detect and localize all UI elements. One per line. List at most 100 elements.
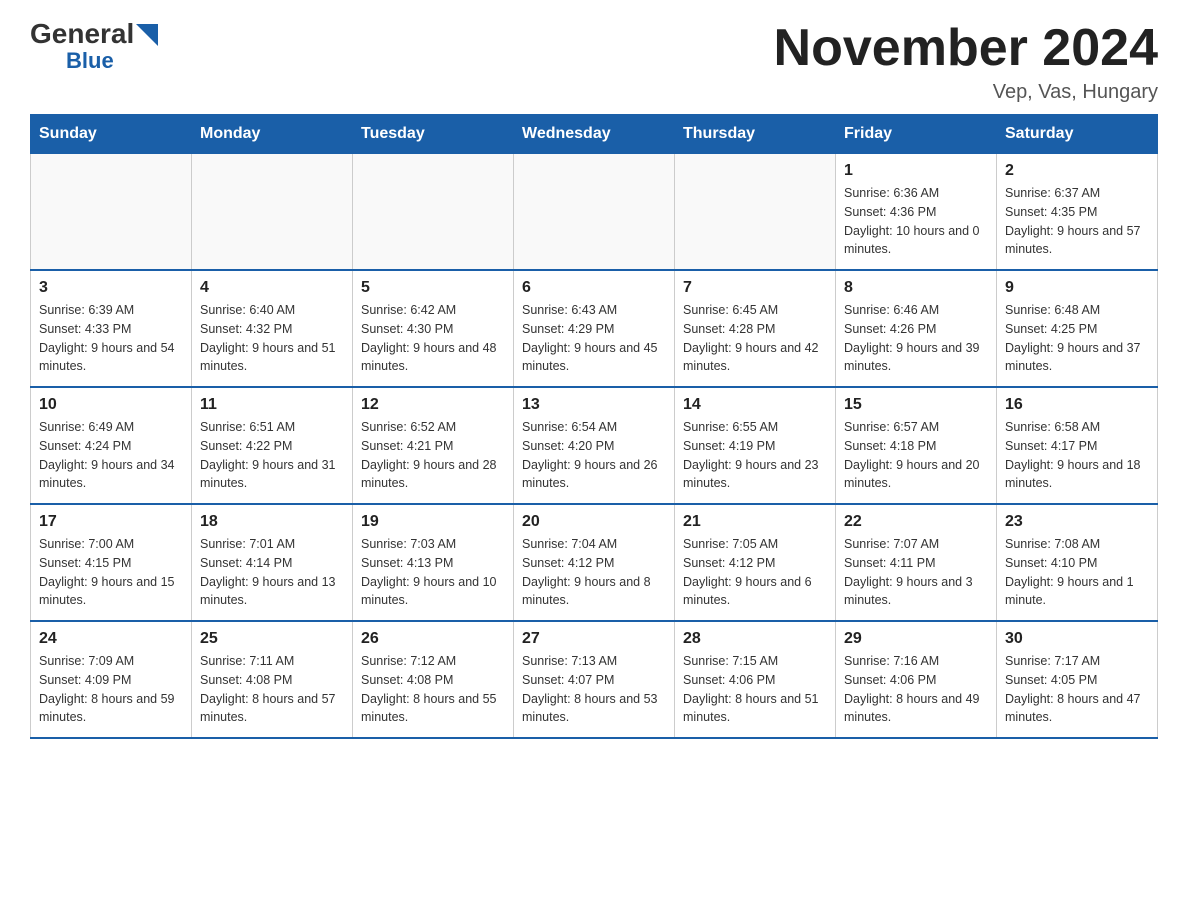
day-info: Sunrise: 6:43 AMSunset: 4:29 PMDaylight:… [522,301,666,376]
day-info: Sunrise: 7:00 AMSunset: 4:15 PMDaylight:… [39,535,183,610]
calendar-cell: 2 Sunrise: 6:37 AMSunset: 4:35 PMDaylight… [997,154,1158,271]
day-info: Sunrise: 7:12 AMSunset: 4:08 PMDaylight:… [361,652,505,727]
day-number: 3 [39,279,183,297]
day-info: Sunrise: 7:09 AMSunset: 4:09 PMDaylight:… [39,652,183,727]
day-number: 15 [844,396,988,414]
day-number: 14 [683,396,827,414]
day-number: 10 [39,396,183,414]
day-info: Sunrise: 6:48 AMSunset: 4:25 PMDaylight:… [1005,301,1149,376]
day-number: 6 [522,279,666,297]
day-number: 12 [361,396,505,414]
calendar-cell: 9 Sunrise: 6:48 AMSunset: 4:25 PMDaylight… [997,270,1158,387]
day-number: 24 [39,630,183,648]
day-info: Sunrise: 7:15 AMSunset: 4:06 PMDaylight:… [683,652,827,727]
calendar-header: Sunday Monday Tuesday Wednesday Thursday… [31,115,1158,154]
day-number: 28 [683,630,827,648]
calendar-cell: 5 Sunrise: 6:42 AMSunset: 4:30 PMDaylight… [353,270,514,387]
calendar-cell: 24 Sunrise: 7:09 AMSunset: 4:09 PMDayligh… [31,621,192,738]
day-number: 26 [361,630,505,648]
day-info: Sunrise: 7:04 AMSunset: 4:12 PMDaylight:… [522,535,666,610]
title-section: November 2024 Vep, Vas, Hungary [774,20,1158,104]
day-number: 2 [1005,162,1149,180]
day-number: 23 [1005,513,1149,531]
header-friday: Friday [836,115,997,154]
day-info: Sunrise: 7:16 AMSunset: 4:06 PMDaylight:… [844,652,988,727]
calendar-week-row: 1 Sunrise: 6:36 AMSunset: 4:36 PMDaylight… [31,154,1158,271]
day-info: Sunrise: 6:58 AMSunset: 4:17 PMDaylight:… [1005,418,1149,493]
days-of-week-row: Sunday Monday Tuesday Wednesday Thursday… [31,115,1158,154]
day-number: 13 [522,396,666,414]
calendar-cell: 10 Sunrise: 6:49 AMSunset: 4:24 PMDayligh… [31,387,192,504]
calendar-cell: 30 Sunrise: 7:17 AMSunset: 4:05 PMDayligh… [997,621,1158,738]
day-info: Sunrise: 7:13 AMSunset: 4:07 PMDaylight:… [522,652,666,727]
location-text: Vep, Vas, Hungary [774,81,1158,104]
day-number: 30 [1005,630,1149,648]
day-info: Sunrise: 7:11 AMSunset: 4:08 PMDaylight:… [200,652,344,727]
calendar-cell: 21 Sunrise: 7:05 AMSunset: 4:12 PMDayligh… [675,504,836,621]
calendar-week-row: 10 Sunrise: 6:49 AMSunset: 4:24 PMDayligh… [31,387,1158,504]
day-number: 25 [200,630,344,648]
calendar-cell: 7Sunrise: 6:45 AMSunset: 4:28 PMDaylight… [675,270,836,387]
calendar-cell: 19Sunrise: 7:03 AMSunset: 4:13 PMDayligh… [353,504,514,621]
logo-triangle-icon [136,24,158,46]
calendar-cell: 29Sunrise: 7:16 AMSunset: 4:06 PMDayligh… [836,621,997,738]
day-info: Sunrise: 6:51 AMSunset: 4:22 PMDaylight:… [200,418,344,493]
calendar-cell: 22Sunrise: 7:07 AMSunset: 4:11 PMDayligh… [836,504,997,621]
day-number: 9 [1005,279,1149,297]
header-monday: Monday [192,115,353,154]
day-info: Sunrise: 7:07 AMSunset: 4:11 PMDaylight:… [844,535,988,610]
calendar-body: 1 Sunrise: 6:36 AMSunset: 4:36 PMDaylight… [31,154,1158,739]
header-wednesday: Wednesday [514,115,675,154]
day-number: 1 [844,162,988,180]
day-info: Sunrise: 6:45 AMSunset: 4:28 PMDaylight:… [683,301,827,376]
day-number: 16 [1005,396,1149,414]
day-info: Sunrise: 6:46 AMSunset: 4:26 PMDaylight:… [844,301,988,376]
day-info: Sunrise: 6:40 AMSunset: 4:32 PMDaylight:… [200,301,344,376]
calendar-cell: 23 Sunrise: 7:08 AMSunset: 4:10 PMDayligh… [997,504,1158,621]
calendar-cell: 14Sunrise: 6:55 AMSunset: 4:19 PMDayligh… [675,387,836,504]
day-info: Sunrise: 6:37 AMSunset: 4:35 PMDaylight:… [1005,184,1149,259]
calendar-cell: 12 Sunrise: 6:52 AMSunset: 4:21 PMDayligh… [353,387,514,504]
calendar-cell: 25 Sunrise: 7:11 AMSunset: 4:08 PMDayligh… [192,621,353,738]
logo: General Blue [30,20,158,72]
calendar-cell: 20 Sunrise: 7:04 AMSunset: 4:12 PMDayligh… [514,504,675,621]
calendar-cell: 4Sunrise: 6:40 AMSunset: 4:32 PMDaylight… [192,270,353,387]
day-info: Sunrise: 6:49 AMSunset: 4:24 PMDaylight:… [39,418,183,493]
calendar-cell [514,154,675,271]
day-info: Sunrise: 7:08 AMSunset: 4:10 PMDaylight:… [1005,535,1149,610]
day-number: 5 [361,279,505,297]
calendar-cell: 8 Sunrise: 6:46 AMSunset: 4:26 PMDaylight… [836,270,997,387]
day-info: Sunrise: 7:01 AMSunset: 4:14 PMDaylight:… [200,535,344,610]
day-number: 8 [844,279,988,297]
day-number: 19 [361,513,505,531]
day-number: 18 [200,513,344,531]
day-number: 11 [200,396,344,414]
calendar-cell: 27Sunrise: 7:13 AMSunset: 4:07 PMDayligh… [514,621,675,738]
day-number: 20 [522,513,666,531]
calendar-cell [31,154,192,271]
calendar-table: Sunday Monday Tuesday Wednesday Thursday… [30,114,1158,739]
calendar-week-row: 24 Sunrise: 7:09 AMSunset: 4:09 PMDayligh… [31,621,1158,738]
day-number: 21 [683,513,827,531]
calendar-cell: 3Sunrise: 6:39 AMSunset: 4:33 PMDaylight… [31,270,192,387]
calendar-cell: 17 Sunrise: 7:00 AMSunset: 4:15 PMDayligh… [31,504,192,621]
logo-blue-text: Blue [66,50,114,72]
day-info: Sunrise: 7:17 AMSunset: 4:05 PMDaylight:… [1005,652,1149,727]
day-info: Sunrise: 6:57 AMSunset: 4:18 PMDaylight:… [844,418,988,493]
day-info: Sunrise: 6:36 AMSunset: 4:36 PMDaylight:… [844,184,988,259]
calendar-cell [675,154,836,271]
header-saturday: Saturday [997,115,1158,154]
calendar-cell [192,154,353,271]
month-title: November 2024 [774,20,1158,77]
day-info: Sunrise: 6:52 AMSunset: 4:21 PMDaylight:… [361,418,505,493]
calendar-cell: 13 Sunrise: 6:54 AMSunset: 4:20 PMDayligh… [514,387,675,504]
header-sunday: Sunday [31,115,192,154]
day-number: 17 [39,513,183,531]
day-info: Sunrise: 6:54 AMSunset: 4:20 PMDaylight:… [522,418,666,493]
calendar-cell: 1 Sunrise: 6:36 AMSunset: 4:36 PMDaylight… [836,154,997,271]
header-thursday: Thursday [675,115,836,154]
logo-general-text: General [30,20,134,48]
day-info: Sunrise: 7:05 AMSunset: 4:12 PMDaylight:… [683,535,827,610]
day-info: Sunrise: 6:42 AMSunset: 4:30 PMDaylight:… [361,301,505,376]
calendar-cell: 28 Sunrise: 7:15 AMSunset: 4:06 PMDayligh… [675,621,836,738]
